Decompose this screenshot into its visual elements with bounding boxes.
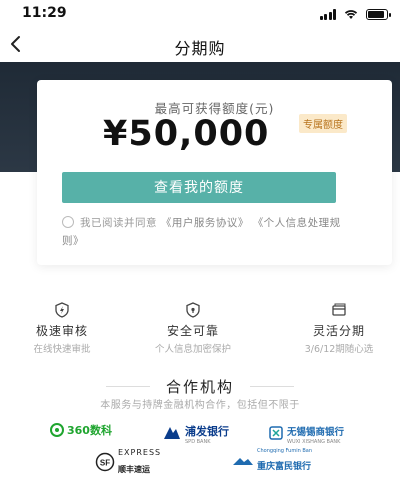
credit-limit-card: 最高可获得额度(元) ¥50,000 专属额度 查看我的额度 我已阅读并同意 《… — [37, 80, 392, 265]
agreement-row: 我已阅读并同意 《用户服务协议》 《个人信息处理规则》 — [62, 214, 352, 250]
battery-icon — [366, 8, 391, 20]
partner-name: 浦发银行 — [185, 425, 229, 438]
shield-lock-icon — [186, 302, 200, 318]
partner-name: 360数科 — [67, 424, 112, 437]
view-limit-button[interactable]: 查看我的额度 — [62, 172, 336, 203]
battery-fill — [368, 10, 385, 18]
card-icon — [332, 303, 346, 316]
feature-title: 极速审核 — [35, 324, 88, 338]
partner-logo-spd: 浦发银行 SPD BANK — [162, 420, 229, 445]
partner-sub: EXPRESS — [118, 448, 162, 457]
feature-fast-review: 极速审核 在线快速审批 — [0, 302, 132, 355]
partner-logo-360: 360数科 — [50, 422, 112, 438]
partners-desc: 本服务与持牌金融机构合作，包括但不限于 — [100, 400, 300, 411]
status-bar: 11:29 — [0, 0, 400, 28]
partner-sub: WUXI XISHANG BANK — [287, 439, 341, 445]
fumin-bank-logo-icon — [233, 457, 253, 465]
svg-text:SF: SF — [100, 459, 110, 468]
sf-express-logo-icon: SF — [95, 452, 115, 472]
agreement-prefix: 我已阅读并同意 — [80, 217, 157, 229]
feature-title: 安全可靠 — [166, 324, 219, 338]
page-title: 分期购 — [174, 39, 226, 58]
partner-logo-fumin: Chongqing Fumin Ban 重庆富民银行 — [232, 448, 312, 473]
user-agreement-link[interactable]: 《用户服务协议》 — [161, 217, 249, 229]
feature-desc: 个人信息加密保护 — [154, 344, 231, 355]
limit-amount: ¥50,000 — [103, 114, 270, 154]
360-logo-icon — [50, 423, 64, 437]
feature-secure: 安全可靠 个人信息加密保护 — [123, 302, 263, 355]
features-row: 极速审核 在线快速审批 安全可靠 个人信息加密保护 灵活分期 3/6/12期随心… — [0, 302, 400, 355]
xishang-bank-logo-icon — [269, 425, 283, 440]
feature-desc: 3/6/12期随心选 — [304, 344, 374, 355]
partner-name: 无锡锡商银行 — [287, 427, 345, 438]
nav-bar: 分期购 — [0, 28, 400, 62]
partner-sub: SPD BANK — [185, 439, 211, 445]
spd-bank-logo-icon — [164, 426, 180, 439]
feature-title: 灵活分期 — [312, 324, 365, 338]
lightning-shield-icon — [55, 302, 69, 318]
partner-name: 重庆富民银行 — [257, 462, 312, 472]
status-time: 11:29 — [22, 5, 67, 21]
partner-sub: Chongqing Fumin Ban — [257, 448, 313, 454]
status-icons — [319, 8, 391, 20]
partners-title: 合作机构 — [165, 378, 234, 396]
exclusive-limit-badge: 专属额度 — [299, 114, 347, 133]
wifi-icon — [344, 10, 358, 19]
feature-desc: 在线快速审批 — [33, 344, 91, 355]
signal-icon — [319, 8, 336, 20]
feature-flexible: 灵活分期 3/6/12期随心选 — [269, 302, 400, 355]
agreement-checkbox[interactable] — [62, 216, 74, 228]
partner-logo-xishang: 无锡锡商银行 WUXI XISHANG BANK — [268, 420, 344, 445]
partner-name: 顺丰速运 — [118, 465, 150, 474]
title-divider-right — [250, 386, 294, 387]
partner-logo-sf: SF EXPRESS 顺丰速运 — [95, 448, 161, 476]
